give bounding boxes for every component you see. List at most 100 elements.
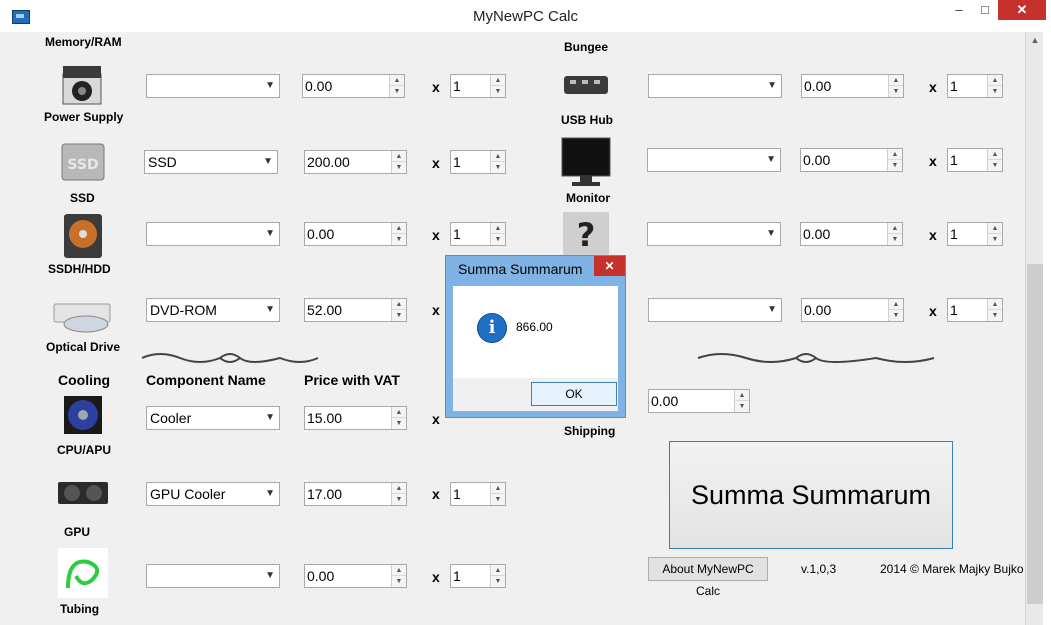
hdd-qty[interactable]: 1 ▲ ▼ xyxy=(450,222,506,246)
summa-summarum-button[interactable]: Summa Summarum xyxy=(669,441,953,549)
chevron-down-icon: ▼ xyxy=(766,154,776,165)
ssd-price[interactable]: 200.00 ▲ ▼ xyxy=(304,150,407,174)
gpu-cooler-qty[interactable]: 1 ▲ ▼ xyxy=(450,482,506,506)
tubing-qty[interactable]: 1 ▲ ▼ xyxy=(450,564,506,588)
power-supply-qty[interactable]: 1 ▲ ▼ xyxy=(450,74,506,98)
spinner-buttons[interactable]: ▲ ▼ xyxy=(887,149,902,171)
spinner-buttons[interactable]: ▲ ▼ xyxy=(887,223,902,245)
spinner-buttons[interactable]: ▲ ▼ xyxy=(391,299,406,321)
other-price-2[interactable]: 0.00 ▲ ▼ xyxy=(801,298,904,322)
gpu-icon xyxy=(58,482,108,504)
power-supply-icon xyxy=(62,66,102,105)
dialog-ok-button[interactable]: OK xyxy=(531,382,617,406)
x-symbol: x xyxy=(432,486,440,502)
version-label: v.1,0,3 xyxy=(801,562,837,576)
gpu-cooler-price[interactable]: 17.00 ▲ ▼ xyxy=(304,482,407,506)
chevron-down-icon: ▼ xyxy=(767,80,777,91)
monitor-price[interactable]: 0.00 ▲ ▼ xyxy=(800,148,903,172)
spinner-buttons[interactable]: ▲ ▼ xyxy=(490,483,505,505)
hdd-combo[interactable]: ▼ xyxy=(146,222,280,246)
close-button[interactable]: ✕ xyxy=(998,0,1046,20)
shipping-price[interactable]: 0.00 ▲ ▼ xyxy=(648,389,750,413)
ssd-qty[interactable]: 1 ▲ ▼ xyxy=(450,150,506,174)
tubing-icon xyxy=(58,548,108,598)
monitor-qty[interactable]: 1 ▲ ▼ xyxy=(947,148,1003,172)
tubing-label: Tubing xyxy=(60,602,100,616)
other-combo-2[interactable]: ▼ xyxy=(648,298,782,322)
x-symbol: x xyxy=(432,155,440,171)
chevron-down-icon: ▼ xyxy=(265,412,275,423)
chevron-down-icon: ▼ xyxy=(265,570,275,581)
cooling-title: Cooling xyxy=(58,372,111,388)
price-with-vat-header: Price with VAT xyxy=(304,372,400,388)
spinner-buttons[interactable]: ▲ ▼ xyxy=(391,565,406,587)
x-symbol: x xyxy=(929,227,937,243)
x-symbol: x xyxy=(929,79,937,95)
other-combo-1[interactable]: ▼ xyxy=(647,222,781,246)
about-button[interactable]: About MyNewPC Calc xyxy=(648,557,768,598)
gpu-cooler-combo[interactable]: GPU Cooler ▼ xyxy=(146,482,280,506)
vertical-scrollbar[interactable]: ▲ xyxy=(1025,32,1044,625)
spinner-buttons[interactable]: ▲ ▼ xyxy=(987,223,1002,245)
spinner-buttons[interactable]: ▲ ▼ xyxy=(490,565,505,587)
usb-hub-price[interactable]: 0.00 ▲ ▼ xyxy=(801,74,904,98)
spinner-buttons[interactable]: ▲ ▼ xyxy=(888,299,903,321)
ssd-label: SSD xyxy=(70,191,95,205)
usb-hub-combo[interactable]: ▼ xyxy=(648,74,782,98)
copyright-label: 2014 © Marek Majky Bujko xyxy=(880,562,1024,576)
window-title: MyNewPC Calc xyxy=(472,8,578,25)
cpu-cooler-combo[interactable]: Cooler ▼ xyxy=(146,406,280,430)
optical-drive-combo[interactable]: DVD-ROM ▼ xyxy=(146,298,280,322)
spinner-buttons[interactable]: ▲ ▼ xyxy=(391,223,406,245)
bungee-label: Bungee xyxy=(564,40,609,54)
monitor-label: Monitor xyxy=(566,191,610,205)
dialog-message: 866.00 xyxy=(516,320,553,334)
power-supply-price[interactable]: 0.00 ▲ ▼ xyxy=(302,74,405,98)
x-symbol: x xyxy=(432,227,440,243)
spinner-buttons[interactable]: ▲ ▼ xyxy=(888,75,903,97)
spinner-buttons[interactable]: ▲ ▼ xyxy=(391,407,406,429)
usb-hub-qty[interactable]: 1 ▲ ▼ xyxy=(947,74,1003,98)
power-supply-combo[interactable]: ▼ xyxy=(146,74,280,98)
spinner-buttons[interactable]: ▲ ▼ xyxy=(987,75,1002,97)
scroll-up-icon[interactable]: ▲ xyxy=(1026,32,1044,48)
tubing-price[interactable]: 0.00 ▲ ▼ xyxy=(304,564,407,588)
spinner-buttons[interactable]: ▲ ▼ xyxy=(987,149,1002,171)
svg-text:?: ? xyxy=(577,216,596,254)
optical-drive-price[interactable]: 52.00 ▲ ▼ xyxy=(304,298,407,322)
hdd-price[interactable]: 0.00 ▲ ▼ xyxy=(304,222,407,246)
component-name-header: Component Name xyxy=(146,372,266,388)
chevron-down-icon: ▼ xyxy=(265,80,275,91)
x-symbol: x xyxy=(929,303,937,319)
spinner-buttons[interactable]: ▲ ▼ xyxy=(391,151,406,173)
other-qty-1[interactable]: 1 ▲ ▼ xyxy=(947,222,1003,246)
tubing-combo[interactable]: ▼ xyxy=(146,564,280,588)
ornament-divider xyxy=(697,353,935,363)
spinner-buttons[interactable]: ▲ ▼ xyxy=(490,75,505,97)
cpu-apu-label: CPU/APU xyxy=(57,443,112,457)
spinner-buttons[interactable]: ▲ ▼ xyxy=(734,390,749,412)
other-qty-2[interactable]: 1 ▲ ▼ xyxy=(947,298,1003,322)
ssd-combo[interactable]: SSD ▼ xyxy=(144,150,278,174)
window-border xyxy=(1043,32,1051,625)
dialog-title: Summa Summarum xyxy=(458,261,583,277)
spinner-buttons[interactable]: ▲ ▼ xyxy=(490,151,505,173)
spinner-buttons[interactable]: ▲ ▼ xyxy=(389,75,404,97)
maximize-button[interactable]: □ xyxy=(972,0,998,20)
spinner-buttons[interactable]: ▲ ▼ xyxy=(987,299,1002,321)
cpu-cooler-price[interactable]: 15.00 ▲ ▼ xyxy=(304,406,407,430)
scroll-thumb[interactable] xyxy=(1027,264,1043,604)
other-price-1[interactable]: 0.00 ▲ ▼ xyxy=(800,222,903,246)
usb-hub-label: USB Hub xyxy=(561,113,613,127)
dialog-close-button[interactable]: ✕ xyxy=(594,256,625,276)
monitor-combo[interactable]: ▼ xyxy=(647,148,781,172)
optical-drive-label: Optical Drive xyxy=(46,340,121,354)
memory-ram-label: Memory/RAM xyxy=(45,35,122,49)
usb-hub-icon xyxy=(564,76,608,94)
spinner-buttons[interactable]: ▲ ▼ xyxy=(490,223,505,245)
power-supply-label: Power Supply xyxy=(44,110,124,124)
minimize-button[interactable]: – xyxy=(946,0,972,20)
spinner-buttons[interactable]: ▲ ▼ xyxy=(391,483,406,505)
hdd-icon xyxy=(64,214,102,258)
x-symbol: x xyxy=(929,153,937,169)
